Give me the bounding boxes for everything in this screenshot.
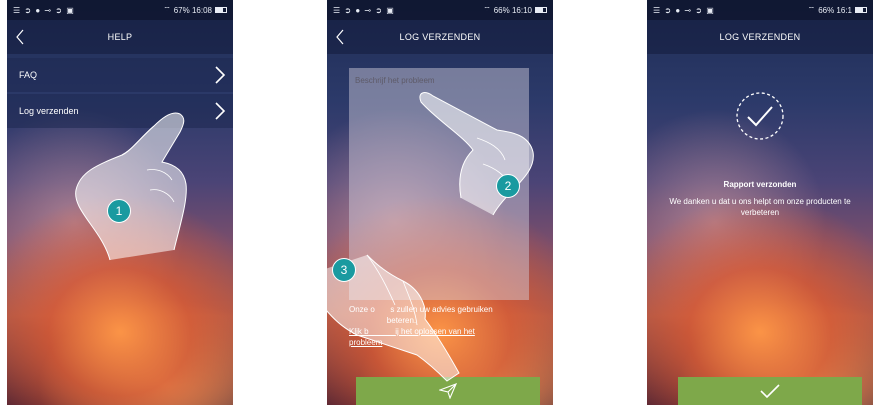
title-bar: HELP [7, 20, 233, 54]
back-button[interactable] [335, 27, 353, 47]
chevron-right-icon [215, 102, 226, 120]
status-right: ⌔ 67% 16:08 [163, 5, 227, 15]
page-title: HELP [107, 32, 133, 42]
back-button[interactable] [15, 27, 33, 47]
step-badge-3: 3 [332, 258, 356, 282]
check-icon [760, 384, 780, 399]
info-text-part: beteren. [386, 316, 417, 325]
status-right: ⌔ 66% 16:10 [483, 5, 547, 15]
placeholder-text: Beschrijf het probleem [355, 76, 435, 85]
status-right: ⌔ 66% 16:1 [808, 5, 867, 15]
info-link-part: probleem [349, 338, 383, 347]
wifi-icon: ⌔ [483, 5, 491, 14]
chevron-left-icon [16, 29, 24, 45]
chevron-right-icon [215, 66, 226, 84]
notification-icons: ☰ ➲ ● ⊸ ➲ ▣ [333, 5, 395, 15]
chevron-left-icon [336, 29, 344, 45]
battery-time: 66% 16:10 [493, 5, 532, 15]
battery-time: 67% 16:08 [173, 5, 212, 15]
info-text-part: Onze o [349, 305, 375, 314]
send-icon [439, 383, 457, 399]
menu-item-faq[interactable]: FAQ [7, 58, 233, 92]
confirmation-title: Rapport verzonden [723, 180, 797, 189]
confirmation-message: We danken u dat u ons helpt om onze prod… [669, 197, 851, 217]
step-badge-2: 2 [496, 174, 520, 198]
notification-icons: ☰ ➲ ● ⊸ ➲ ▣ [13, 5, 75, 15]
wifi-icon: ⌔ [163, 5, 171, 14]
phone-screen-log-verzenden: ☰ ➲ ● ⊸ ➲ ▣ ⌔ 66% 16:10 LOG VERZENDEN Be… [327, 0, 553, 405]
battery-icon [215, 7, 227, 13]
title-bar: LOG VERZENDEN [647, 20, 873, 54]
info-link-part: ij het oplossen van het [395, 327, 475, 336]
tutorial-stage: ☰ ➲ ● ⊸ ➲ ▣ ⌔ 67% 16:08 HELP FAQ Log ver… [0, 0, 881, 405]
check-circle-icon [736, 92, 784, 140]
menu-item-label: FAQ [19, 70, 38, 80]
info-text: Onze o s zullen uw advies gebruiken bete… [349, 304, 539, 348]
status-bar: ☰ ➲ ● ⊸ ➲ ▣ ⌔ 67% 16:08 [7, 0, 233, 20]
info-link-part: Klik b [349, 327, 369, 336]
notification-icons: ☰ ➲ ● ⊸ ➲ ▣ [653, 5, 715, 15]
info-text-part: s zullen uw advies gebruiken [390, 305, 493, 314]
menu-item-log-verzenden[interactable]: Log verzenden [7, 94, 233, 128]
page-title: LOG VERZENDEN [399, 32, 481, 42]
confirm-button[interactable] [678, 377, 862, 405]
battery-icon [535, 7, 547, 13]
wifi-icon: ⌔ [807, 5, 816, 14]
tap-hand-illustration [75, 112, 187, 261]
title-bar: LOG VERZENDEN [327, 20, 553, 54]
status-bar: ☰ ➲ ● ⊸ ➲ ▣ ⌔ 66% 16:10 [327, 0, 553, 20]
send-button[interactable] [356, 377, 540, 405]
phone-screen-confirmation: ☰ ➲ ● ⊸ ➲ ▣ ⌔ 66% 16:1 LOG VERZENDEN Rap… [647, 0, 873, 405]
battery-time: 66% 16:1 [818, 5, 852, 15]
info-link[interactable]: Klik b ij het oplossen van het probleem [349, 326, 539, 348]
phone-screen-help: ☰ ➲ ● ⊸ ➲ ▣ ⌔ 67% 16:08 HELP FAQ Log ver… [7, 0, 233, 405]
step-badge-1: 1 [107, 199, 131, 223]
battery-icon [855, 7, 867, 13]
menu-item-label: Log verzenden [19, 106, 79, 116]
page-title: LOG VERZENDEN [719, 32, 801, 42]
status-bar: ☰ ➲ ● ⊸ ➲ ▣ ⌔ 66% 16:1 [647, 0, 873, 20]
